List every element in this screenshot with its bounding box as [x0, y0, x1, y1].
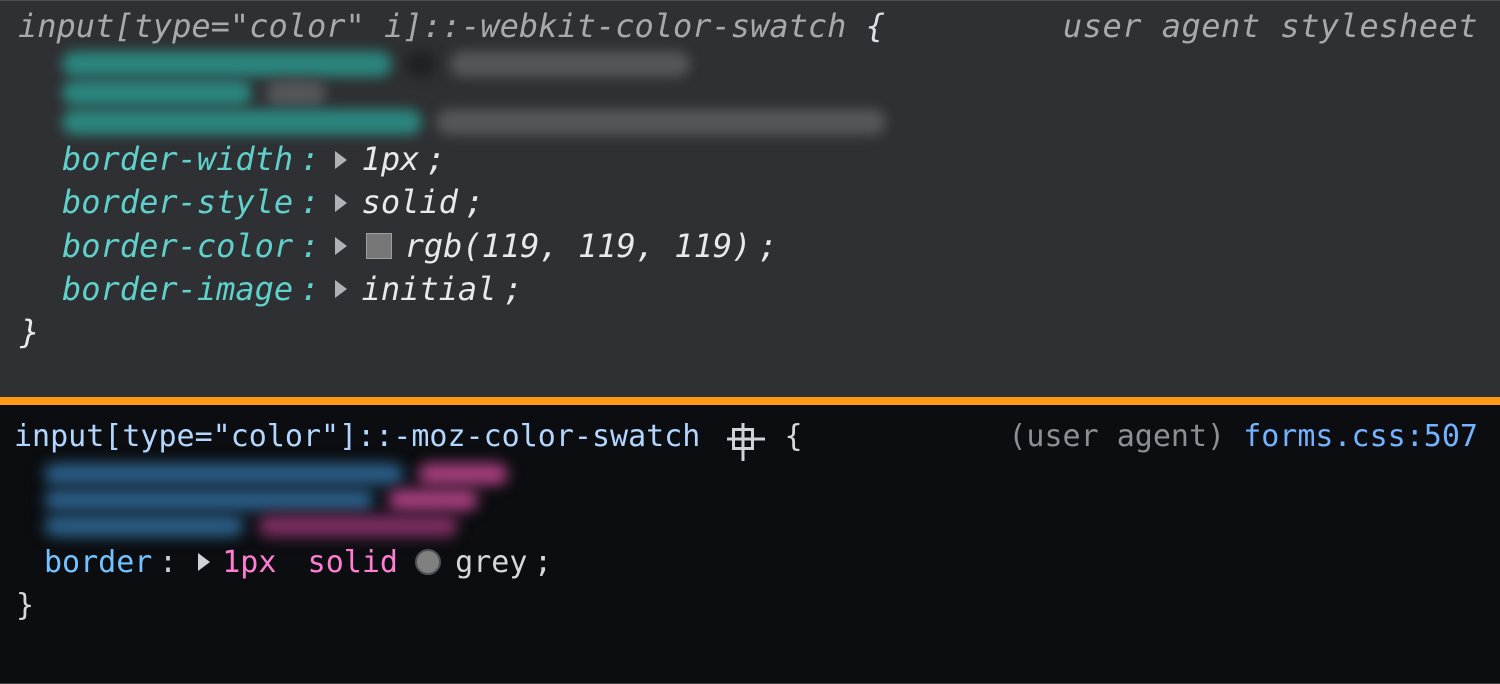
colon: : — [300, 181, 319, 224]
moz-selector-line: input[type="color"]::-moz-color-swatch { — [14, 415, 803, 459]
stylesheet-source: (user agent) forms.css:507 — [1008, 415, 1478, 459]
colon: : — [300, 268, 319, 311]
css-property-value[interactable]: 1px — [362, 138, 420, 181]
colon: : — [300, 225, 319, 268]
css-declaration[interactable]: border-image : initial ; — [18, 268, 1478, 311]
css-selector[interactable]: input[type="color"]::-moz-color-swatch — [14, 419, 700, 454]
css-property-name: border-width — [62, 138, 293, 181]
semicolon: ; — [534, 541, 552, 585]
webkit-selector-line: input[type="color" i]::-webkit-color-swa… — [18, 5, 885, 48]
css-declaration[interactable]: border-color : rgb(119, 119, 119) ; — [18, 225, 1478, 268]
css-selector[interactable]: input[type="color" i]::-webkit-color-swa… — [18, 7, 846, 45]
moz-rule-header: input[type="color"]::-moz-color-swatch {… — [14, 415, 1478, 459]
expand-shorthand-icon[interactable] — [335, 237, 347, 255]
brace-open: { — [784, 419, 802, 454]
css-property-value[interactable]: solid — [362, 181, 458, 224]
css-property-value[interactable]: initial — [362, 268, 497, 311]
webkit-rule-header: input[type="color" i]::-webkit-color-swa… — [18, 5, 1478, 48]
css-declaration[interactable]: border-style : solid ; — [18, 181, 1478, 224]
css-property-name: border-style — [62, 181, 293, 224]
expand-shorthand-icon[interactable] — [198, 553, 210, 571]
expand-shorthand-icon[interactable] — [335, 151, 347, 169]
expand-shorthand-icon[interactable] — [335, 280, 347, 298]
moz-rule-panel: input[type="color"]::-moz-color-swatch {… — [0, 405, 1500, 684]
css-value-size[interactable]: 1px — [222, 541, 276, 585]
brace-close: } — [18, 311, 1478, 354]
expand-shorthand-icon[interactable] — [335, 194, 347, 212]
color-swatch-icon[interactable] — [366, 233, 392, 259]
semicolon: ; — [503, 268, 522, 311]
css-value-style[interactable]: solid — [308, 541, 398, 585]
obscured-declaration — [18, 51, 1478, 77]
css-property-value[interactable]: rgb(119, 119, 119) — [405, 225, 752, 268]
css-property-name: border — [44, 541, 152, 585]
webkit-rule-panel: input[type="color" i]::-webkit-color-swa… — [0, 0, 1500, 397]
semicolon: ; — [465, 181, 484, 224]
css-property-name: border-color — [62, 225, 293, 268]
highlight-elements-icon[interactable] — [732, 428, 754, 450]
css-property-name: border-image — [62, 268, 293, 311]
semicolon: ; — [758, 225, 777, 268]
panel-divider — [0, 397, 1500, 405]
css-declaration[interactable]: border : 1px solid grey ; — [14, 541, 1478, 585]
obscured-declaration — [14, 515, 1478, 537]
brace-close: } — [14, 584, 1478, 628]
colon: : — [300, 138, 319, 181]
css-declaration[interactable]: border-width : 1px ; — [18, 138, 1478, 181]
css-value-color[interactable]: grey — [455, 541, 527, 585]
user-agent-label: (user agent) — [1008, 419, 1225, 454]
obscured-declaration — [14, 489, 1478, 511]
obscured-declaration — [14, 463, 1478, 485]
stylesheet-source-link[interactable]: forms.css:507 — [1243, 419, 1478, 454]
semicolon: ; — [426, 138, 445, 181]
stylesheet-source-label: user agent stylesheet — [1063, 5, 1478, 48]
brace-open: { — [866, 7, 885, 45]
obscured-declaration — [18, 80, 1478, 106]
colon: : — [159, 541, 177, 585]
color-swatch-icon[interactable] — [415, 549, 441, 575]
obscured-declaration — [18, 109, 1478, 135]
